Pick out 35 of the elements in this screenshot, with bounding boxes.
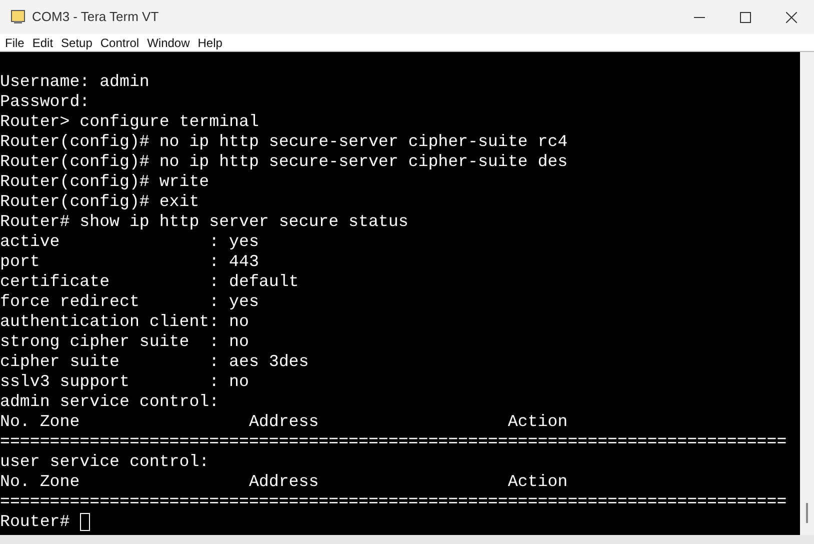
app-icon: [11, 10, 25, 24]
terminal-line: Router(config)# write: [0, 172, 210, 192]
terminal-line: port : 443: [0, 252, 259, 272]
menu-item[interactable]: Control: [100, 34, 140, 52]
terminal-line: strong cipher suite : no: [0, 332, 249, 352]
maximize-icon[interactable]: [740, 12, 750, 22]
terminal-line: No. Zone Address Action: [0, 412, 568, 432]
terminal-line: authentication client: no: [0, 312, 249, 332]
close-icon[interactable]: [786, 12, 796, 22]
scrollbar-thumb[interactable]: [806, 503, 808, 523]
terminal-line: Router> configure terminal: [0, 112, 259, 132]
terminal-line: Router(config)# no ip http secure-server cipher-suite rc4: [0, 132, 568, 152]
terminal-line: cipher suite : aes 3des: [0, 352, 309, 372]
terminal-line: Router(config)# exit: [0, 192, 200, 212]
terminal-line: Router# show ip http server secure status: [0, 212, 408, 232]
terminal-line: force redirect : yes: [0, 292, 259, 312]
window-title: COM3 - Tera Term VT: [32, 8, 159, 26]
terminal-line: active : yes: [0, 232, 259, 252]
terminal-line: Router(config)# no ip http secure-server cipher-suite des: [0, 152, 568, 172]
menu-item[interactable]: File: [5, 34, 24, 52]
terminal-line: Username: admin: [0, 72, 150, 92]
terminal-line: Password:: [0, 92, 90, 112]
terminal-line: admin service control:: [0, 392, 220, 412]
menu-item[interactable]: Help: [198, 34, 222, 52]
menu-item[interactable]: Window: [147, 34, 190, 52]
terminal-prompt: Router#: [0, 512, 70, 532]
menu-item[interactable]: Setup: [61, 34, 92, 52]
terminal-line: ===============================================================================: [0, 432, 787, 452]
menu-item[interactable]: Edit: [32, 34, 54, 52]
terminal-line: sslv3 support : no: [0, 372, 249, 392]
terminal-line: user service control:: [0, 452, 210, 472]
terminal-line: certificate : default: [0, 272, 299, 292]
terminal-line: No. Zone Address Action: [0, 472, 568, 492]
terminal-line: ===============================================================================: [0, 492, 787, 512]
text-cursor: [80, 513, 90, 531]
